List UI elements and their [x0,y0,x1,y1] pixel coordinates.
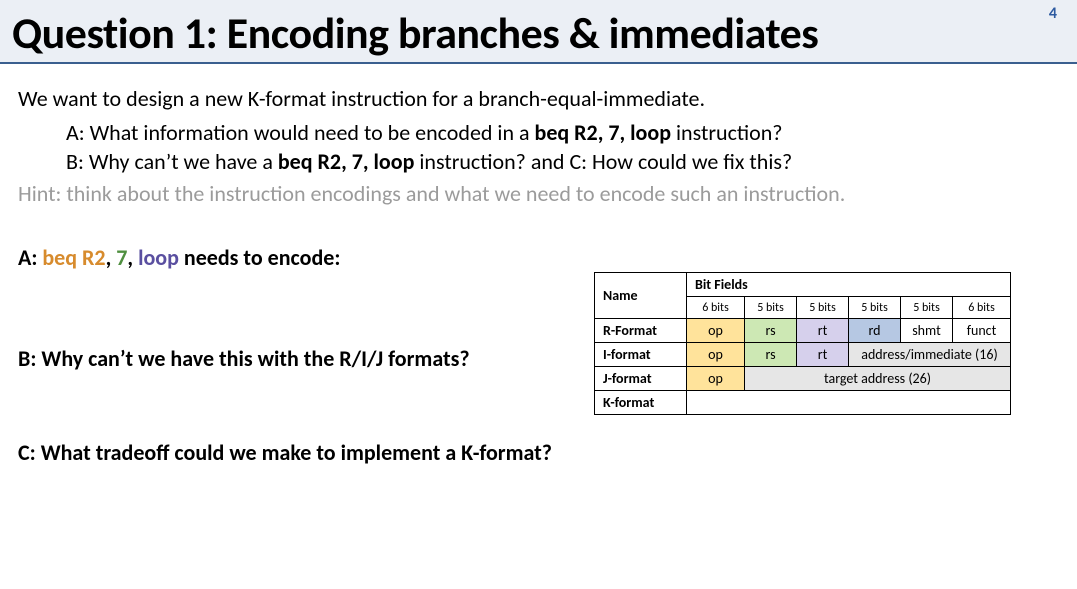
question-c-heading: C: What tradeoff could we make to implem… [18,438,1059,468]
bits-2: 5 bits [797,297,849,319]
r-shmt: shmt [901,319,953,343]
bits-1: 5 bits [745,297,797,319]
bits-0: 6 bits [687,297,745,319]
question-a-heading: A: beq R2, 7, loop needs to encode: [18,243,1059,273]
j-target: target address (26) [745,367,1011,391]
qa-beq: beq [42,244,82,271]
intro-text: We want to design a new K-format instruc… [18,84,1059,114]
i-rs: rs [745,343,797,367]
i-name: I-format [595,343,687,367]
i-op: op [687,343,745,367]
r-format-row: R-Format op rs rt rd shmt funct [595,319,1011,343]
r-rs: rs [745,319,797,343]
slide-title: Question 1: Encoding branches & immediat… [12,6,1065,60]
col-bits-header: Bit Fields [687,273,1011,297]
k-empty [687,391,1011,415]
subB-prefix: B: Why can’t we have a [66,148,278,175]
bits-4: 5 bits [901,297,953,319]
slide: 4 Question 1: Encoding branches & immedi… [0,0,1077,589]
i-addr: address/immediate (16) [849,343,1011,367]
r-name: R-Format [595,319,687,343]
qa-label: A: [18,244,42,271]
title-band: Question 1: Encoding branches & immediat… [0,0,1077,64]
r-rt: rt [797,319,849,343]
k-name: K-format [595,391,687,415]
bits-3: 5 bits [849,297,901,319]
bits-5: 6 bits [953,297,1011,319]
format-table: Name Bit Fields 6 bits 5 bits 5 bits 5 b… [594,272,1011,415]
qa-rest: needs to encode: [179,244,340,271]
r-rd: rd [849,319,901,343]
subA-suffix: instruction? [671,119,782,146]
hint-text: Hint: think about the instruction encodi… [18,179,1059,209]
col-name-header: Name [595,273,687,319]
qa-seven: 7 [116,244,127,271]
sub-question-a: A: What information would need to be enc… [18,118,1059,148]
k-format-row: K-format [595,391,1011,415]
qa-r2: R2 [82,244,106,271]
subB-suffix: instruction? and C: How could we fix thi… [414,148,792,175]
i-format-row: I-format op rs rt address/immediate (16) [595,343,1011,367]
i-rt: rt [797,343,849,367]
j-format-row: J-format op target address (26) [595,367,1011,391]
qa-comma2: , [127,244,138,271]
subA-prefix: A: What information would need to be enc… [66,119,535,146]
qa-comma1: , [106,244,117,271]
table-header-row: Name Bit Fields [595,273,1011,297]
r-funct: funct [953,319,1011,343]
page-number: 4 [1049,4,1057,23]
subB-code: beq R2, 7, loop [278,148,415,175]
qa-loop: loop [138,244,179,271]
subA-code: beq R2, 7, loop [535,119,672,146]
j-op: op [687,367,745,391]
j-name: J-format [595,367,687,391]
sub-question-b: B: Why can’t we have a beq R2, 7, loop i… [18,147,1059,177]
r-op: op [687,319,745,343]
